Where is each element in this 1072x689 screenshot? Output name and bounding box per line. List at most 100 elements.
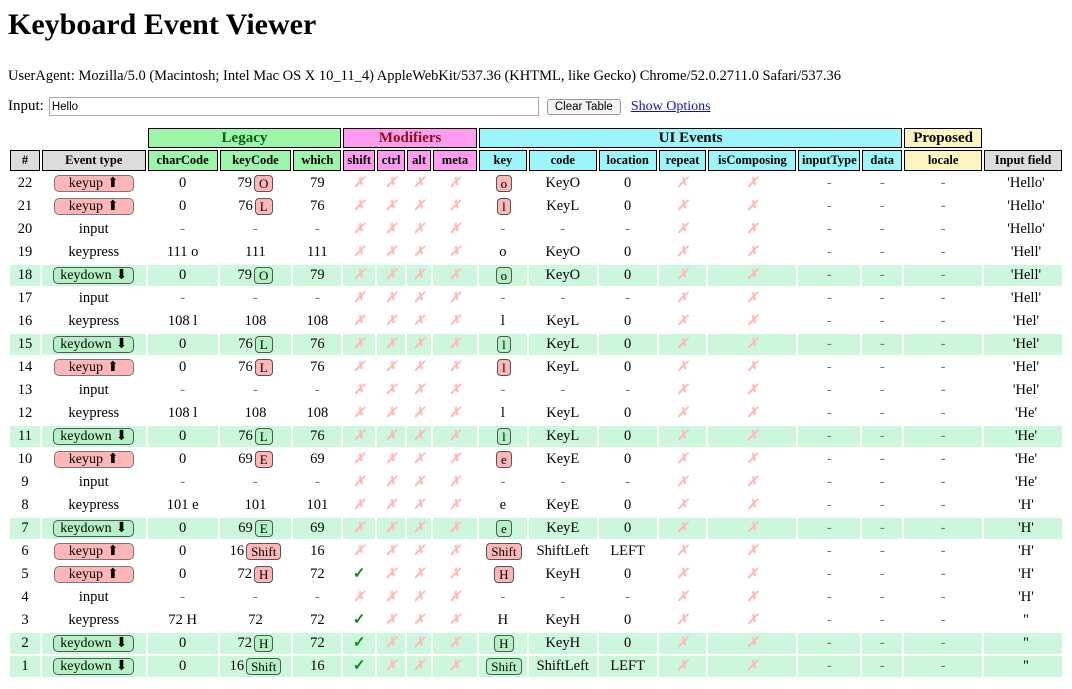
empty-value: - xyxy=(560,474,565,490)
table-row[interactable]: 20 input - - - ✗ ✗ ✗ ✗ - - - ✗ ✗ - - - '… xyxy=(10,219,1062,240)
table-row[interactable]: 7 keydown⬇ 0 69E 69 ✗ ✗ ✗ ✗ e KeyE 0 ✗ ✗… xyxy=(10,518,1062,539)
clear-table-button[interactable]: Clear Table xyxy=(547,99,621,115)
cell-alt: ✗ xyxy=(407,357,431,378)
cell-ctrl: ✗ xyxy=(377,633,405,654)
cell-key: Shift xyxy=(479,541,527,562)
table-row[interactable]: 3 keypress 72 H 72 72 ✓ ✗ ✗ ✗ H KeyH 0 ✗… xyxy=(10,610,1062,631)
cross-icon: ✗ xyxy=(353,452,365,467)
empty-value: - xyxy=(880,175,885,191)
column-header-event-type[interactable]: Event type xyxy=(42,150,146,171)
empty-value: - xyxy=(880,428,885,444)
table-row[interactable]: 8 keypress 101 e 101 101 ✗ ✗ ✗ ✗ e KeyE … xyxy=(10,495,1062,516)
table-row[interactable]: 22 keyup⬆ 0 79O 79 ✗ ✗ ✗ ✗ o KeyO 0 ✗ ✗ … xyxy=(10,173,1062,194)
cell-key: e xyxy=(479,495,527,516)
table-row[interactable]: 19 keypress 111 o 111 111 ✗ ✗ ✗ ✗ o KeyO… xyxy=(10,242,1062,263)
table-row[interactable]: 4 input - - - ✗ ✗ ✗ ✗ - - - ✗ ✗ - - - 'H… xyxy=(10,587,1062,608)
empty-value: - xyxy=(941,474,946,490)
table-row[interactable]: 9 input - - - ✗ ✗ ✗ ✗ - - - ✗ ✗ - - - 'H… xyxy=(10,472,1062,493)
cell-ctrl: ✗ xyxy=(377,518,405,539)
column-header-location[interactable]: location xyxy=(599,150,657,171)
empty-value: - xyxy=(880,290,885,306)
table-row[interactable]: 18 keydown⬇ 0 79O 79 ✗ ✗ ✗ ✗ o KeyO 0 ✗ … xyxy=(10,265,1062,286)
event-type-label: keypress xyxy=(68,497,119,513)
table-row[interactable]: 12 keypress 108 l 108 108 ✗ ✗ ✗ ✗ l KeyL… xyxy=(10,403,1062,424)
cell-input-field: '' xyxy=(984,656,1062,677)
cell-keycode: 76L xyxy=(220,334,292,355)
empty-value: - xyxy=(880,451,885,467)
cell-data: - xyxy=(862,265,902,286)
column-header-iscomposing[interactable]: isComposing xyxy=(708,150,796,171)
cell-charcode: 0 xyxy=(148,564,218,585)
cell-keycode: 79O xyxy=(220,265,292,286)
cell-ctrl: ✗ xyxy=(377,426,405,447)
empty-value: - xyxy=(880,198,885,214)
cell-iscomposing: ✗ xyxy=(708,196,796,217)
table-row[interactable]: 14 keyup⬆ 0 76L 76 ✗ ✗ ✗ ✗ l KeyL 0 ✗ ✗ … xyxy=(10,357,1062,378)
empty-value: - xyxy=(560,290,565,306)
cell-iscomposing: ✗ xyxy=(708,564,796,585)
column-header-key[interactable]: key xyxy=(479,150,527,171)
cell-data: - xyxy=(862,380,902,401)
cell-charcode: 0 xyxy=(148,265,218,286)
column-header-repeat[interactable]: repeat xyxy=(659,150,707,171)
column-header-charcode[interactable]: charCode xyxy=(148,150,218,171)
direction-arrow-icon: ⬇ xyxy=(116,521,128,536)
table-row[interactable]: 10 keyup⬆ 0 69E 69 ✗ ✗ ✗ ✗ e KeyE 0 ✗ ✗ … xyxy=(10,449,1062,470)
page-root: Keyboard Event Viewer UserAgent: Mozilla… xyxy=(0,0,1072,679)
column-header--[interactable]: # xyxy=(10,150,40,171)
cell-meta: ✗ xyxy=(433,288,477,309)
cell-which: 69 xyxy=(293,449,341,470)
table-row[interactable]: 11 keydown⬇ 0 76L 76 ✗ ✗ ✗ ✗ l KeyL 0 ✗ … xyxy=(10,426,1062,447)
cell-input-field: '' xyxy=(984,610,1062,631)
cell-which: - xyxy=(293,380,341,401)
empty-value: - xyxy=(253,589,258,605)
table-row[interactable]: 5 keyup⬆ 0 72H 72 ✓ ✗ ✗ ✗ H KeyH 0 ✗ ✗ -… xyxy=(10,564,1062,585)
table-row[interactable]: 17 input - - - ✗ ✗ ✗ ✗ - - - ✗ ✗ - - - '… xyxy=(10,288,1062,309)
cell-locale: - xyxy=(904,564,982,585)
empty-value: - xyxy=(500,221,505,237)
key-badge: H xyxy=(494,566,513,583)
cross-icon: ✗ xyxy=(677,659,689,674)
cell-iscomposing: ✗ xyxy=(708,242,796,263)
column-header-which[interactable]: which xyxy=(293,150,341,171)
column-header-meta[interactable]: meta xyxy=(433,150,477,171)
cell-inputtype: - xyxy=(798,219,860,240)
cell-charcode: - xyxy=(148,288,218,309)
column-header-input-field[interactable]: Input field xyxy=(984,150,1062,171)
table-row[interactable]: 13 input - - - ✗ ✗ ✗ ✗ - - - ✗ ✗ - - - '… xyxy=(10,380,1062,401)
cell-ctrl: ✗ xyxy=(377,265,405,286)
cell-alt: ✗ xyxy=(407,449,431,470)
cell-index: 9 xyxy=(10,472,40,493)
cross-icon: ✗ xyxy=(747,222,759,237)
show-options-link[interactable]: Show Options xyxy=(631,99,711,115)
cell-index: 7 xyxy=(10,518,40,539)
cell-keycode: - xyxy=(220,380,292,401)
keyboard-test-input[interactable] xyxy=(49,97,539,116)
column-header-locale[interactable]: locale xyxy=(904,150,982,171)
column-header-data[interactable]: data xyxy=(862,150,902,171)
cell-iscomposing: ✗ xyxy=(708,426,796,447)
keycode-badge: H xyxy=(254,566,273,583)
key-badge: l xyxy=(497,359,511,376)
table-row[interactable]: 6 keyup⬆ 0 16Shift 16 ✗ ✗ ✗ ✗ Shift Shif… xyxy=(10,541,1062,562)
column-header-keycode[interactable]: keyCode xyxy=(220,150,292,171)
table-row[interactable]: 15 keydown⬇ 0 76L 76 ✗ ✗ ✗ ✗ l KeyL 0 ✗ … xyxy=(10,334,1062,355)
cross-icon: ✗ xyxy=(449,176,461,191)
table-row[interactable]: 2 keydown⬇ 0 72H 72 ✓ ✗ ✗ ✗ H KeyH 0 ✗ ✗… xyxy=(10,633,1062,654)
table-row[interactable]: 16 keypress 108 l 108 108 ✗ ✗ ✗ ✗ l KeyL… xyxy=(10,311,1062,332)
column-header-shift[interactable]: shift xyxy=(343,150,375,171)
table-row[interactable]: 21 keyup⬆ 0 76L 76 ✗ ✗ ✗ ✗ l KeyL 0 ✗ ✗ … xyxy=(10,196,1062,217)
column-header-inputtype[interactable]: inputType xyxy=(798,150,860,171)
column-header-alt[interactable]: alt xyxy=(407,150,431,171)
column-header-ctrl[interactable]: ctrl xyxy=(377,150,405,171)
cell-iscomposing: ✗ xyxy=(708,472,796,493)
cell-input-field: 'Hell' xyxy=(984,242,1062,263)
cell-which: 76 xyxy=(293,334,341,355)
keycode-badge: L xyxy=(255,198,273,215)
cell-event-type: keyup⬆ xyxy=(42,357,146,378)
column-header-code[interactable]: code xyxy=(529,150,597,171)
cell-meta: ✗ xyxy=(433,242,477,263)
table-row[interactable]: 1 keydown⬇ 0 16Shift 16 ✓ ✗ ✗ ✗ Shift Sh… xyxy=(10,656,1062,677)
empty-value: - xyxy=(500,474,505,490)
cell-inputtype: - xyxy=(798,403,860,424)
